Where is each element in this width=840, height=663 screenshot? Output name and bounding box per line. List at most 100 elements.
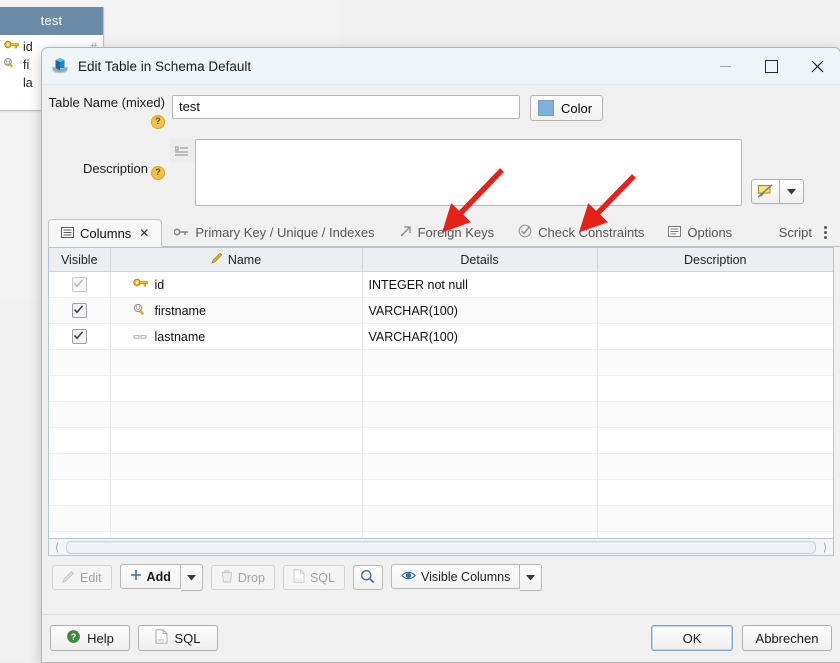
sql-footer-button[interactable]: SQL SQL — [138, 625, 218, 651]
cell-details: VARCHAR(100) — [362, 323, 598, 350]
cell-name: id — [110, 271, 363, 298]
description-toolbar: ellipsis-icon — [169, 139, 195, 207]
drop-button[interactable]: Drop — [210, 565, 275, 590]
visible-columns-button[interactable]: Visible Columns — [390, 564, 521, 589]
cell-description — [597, 323, 833, 350]
description-side-tools — [742, 139, 808, 204]
kebab-menu-icon[interactable] — [816, 219, 840, 246]
caret-down-icon[interactable] — [780, 179, 804, 204]
table-name-label: Table Name (mixed)? — [42, 95, 169, 129]
tab-foreign-keys[interactable]: Foreign Keys — [387, 219, 507, 246]
cancel-button[interactable]: Abbrechen — [742, 625, 832, 651]
edit-button-label: Edit — [80, 570, 102, 585]
window-controls — [702, 48, 840, 84]
ok-button[interactable]: OK — [651, 625, 733, 651]
column-name-label: lastname — [154, 329, 206, 344]
visible-columns-label: Visible Columns — [420, 569, 511, 584]
visible-columns-dropdown-arrow[interactable] — [520, 564, 543, 591]
key-icon — [173, 225, 189, 240]
column-header-details[interactable]: Details — [362, 248, 598, 272]
description-textarea[interactable] — [195, 139, 742, 206]
tab-options[interactable]: Options — [656, 219, 744, 246]
sql-file-icon: SQL — [293, 569, 305, 586]
cell-visible[interactable] — [49, 297, 111, 324]
help-hint-icon[interactable]: ? — [151, 115, 165, 129]
tab-columns[interactable]: Columns ✕ — [48, 219, 163, 247]
tab-script-label: Script — [778, 225, 812, 240]
ellipsis-icon[interactable]: ellipsis-icon — [170, 177, 194, 207]
tab-check-constraints[interactable]: Check Constraints — [506, 219, 656, 246]
cell-details: INTEGER not null — [362, 271, 598, 298]
gray-key-unique-icon: U — [4, 57, 23, 75]
table-row[interactable]: id INTEGER not null — [49, 271, 833, 298]
sql-toolbar-button[interactable]: SQL SQL — [282, 565, 345, 590]
tab-primary-key-label: Primary Key / Unique / Indexes — [195, 225, 375, 240]
spellcheck-disabled-icon[interactable] — [751, 179, 780, 204]
spellcheck-group — [751, 179, 804, 204]
add-split-button: Add — [119, 564, 203, 591]
column-header-visible[interactable]: Visible — [49, 248, 111, 272]
chevron-right-icon[interactable]: ⟩ — [817, 541, 833, 554]
header-label: Details — [460, 252, 499, 267]
cell-visible[interactable] — [49, 323, 111, 350]
tab-foreign-keys-label: Foreign Keys — [417, 225, 495, 240]
cell-details: VARCHAR(100) — [362, 297, 598, 324]
scrollbar-thumb[interactable] — [66, 540, 816, 554]
header-label: Name — [227, 252, 262, 267]
empty-row[interactable] — [49, 349, 833, 376]
table-row[interactable]: lastname VARCHAR(100) — [49, 323, 833, 350]
column-header-description[interactable]: Description — [597, 248, 833, 272]
add-button[interactable]: Add — [119, 564, 181, 589]
help-button[interactable]: ? Help — [50, 625, 130, 651]
drop-button-label: Drop — [237, 570, 265, 585]
cell-name: lastname — [110, 323, 363, 350]
table-row[interactable]: U firstname VARCHAR(100) — [49, 297, 833, 324]
check-circle-icon — [518, 224, 532, 241]
visible-checkbox[interactable] — [71, 329, 87, 345]
empty-row[interactable] — [49, 427, 833, 454]
empty-row[interactable] — [49, 375, 833, 402]
tab-close-icon[interactable]: ✕ — [139, 226, 149, 240]
dashes-icon — [133, 330, 149, 344]
svg-text:SQL: SQL — [295, 577, 304, 582]
columns-icon — [61, 226, 74, 241]
color-button[interactable]: Color — [530, 95, 604, 121]
svg-text:SQL: SQL — [158, 638, 167, 643]
table-name-label-text: Table Name (mixed) — [48, 95, 165, 110]
add-dropdown-arrow[interactable] — [180, 564, 203, 591]
table-name-input[interactable] — [172, 95, 520, 119]
gray-key-unique-icon: U — [133, 303, 149, 319]
tab-script[interactable]: Script — [767, 219, 816, 246]
empty-row[interactable] — [49, 531, 833, 538]
edit-button[interactable]: Edit — [52, 565, 112, 590]
ok-button-label: OK — [682, 630, 702, 646]
pencil-icon — [62, 570, 75, 586]
table-name-row: Table Name (mixed)? Color — [42, 95, 840, 129]
empty-row[interactable] — [49, 453, 833, 480]
maximize-button[interactable] — [748, 48, 794, 84]
column-name-label: firstname — [154, 303, 206, 318]
chevron-left-icon[interactable]: ⟨ — [49, 541, 65, 554]
dialog-titlebar[interactable]: Edit Table in Schema Default — [42, 48, 840, 85]
cell-description — [597, 271, 833, 298]
help-button-label: Help — [87, 630, 114, 646]
background-column-label: id — [23, 40, 33, 54]
header-label: Visible — [60, 252, 98, 267]
horizontal-scrollbar[interactable]: ⟨ ⟩ — [48, 539, 834, 556]
empty-row[interactable] — [49, 479, 833, 506]
close-icon[interactable] — [794, 48, 840, 84]
minimize-button[interactable] — [702, 48, 748, 84]
format-list-icon[interactable] — [170, 139, 194, 163]
empty-row[interactable] — [49, 401, 833, 428]
cell-visible[interactable] — [49, 271, 111, 298]
help-hint-icon[interactable]: ? — [151, 166, 165, 180]
column-header-name[interactable]: Name — [110, 248, 363, 272]
sql-footer-label: SQL — [174, 630, 201, 646]
search-button[interactable] — [352, 565, 383, 590]
visible-checkbox[interactable] — [71, 277, 87, 293]
tab-primary-key[interactable]: Primary Key / Unique / Indexes — [162, 219, 386, 246]
columns-table: Visible Name Details Description id INTE… — [49, 248, 833, 538]
help-circle-icon: ? — [66, 629, 81, 647]
visible-checkbox[interactable] — [71, 303, 87, 319]
empty-row[interactable] — [49, 505, 833, 532]
